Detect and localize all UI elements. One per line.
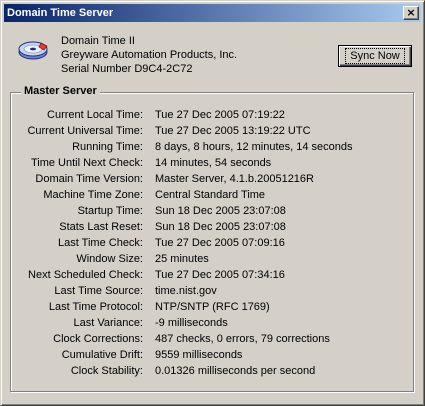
stat-row: Last Time Check: Tue 27 Dec 2005 07:09:16 <box>11 235 411 251</box>
stat-value: 8 days, 8 hours, 12 minutes, 14 seconds <box>155 141 353 153</box>
company-name: Greyware Automation Products, Inc. <box>61 49 238 61</box>
stat-label: Current Local Time: <box>47 109 143 121</box>
stat-value: Sun 18 Dec 2005 23:07:08 <box>155 205 286 217</box>
stat-label: Domain Time Version: <box>35 173 143 185</box>
stat-value: Sun 18 Dec 2005 23:07:08 <box>155 221 286 233</box>
stat-row: Cumulative Drift: 9559 milliseconds <box>11 347 411 363</box>
stat-row: Current Local Time: Tue 27 Dec 2005 07:19… <box>11 107 411 123</box>
stat-row: Stats Last Reset: Sun 18 Dec 2005 23:07:0… <box>11 219 411 235</box>
stat-value: Tue 27 Dec 2005 07:19:22 <box>155 109 285 121</box>
stat-label: Last Time Protocol: <box>48 301 143 313</box>
master-server-stats: Current Local Time: Tue 27 Dec 2005 07:19… <box>11 107 411 379</box>
stat-value: 0.01326 milliseconds per second <box>155 365 316 377</box>
stat-label: Running Time: <box>72 141 143 153</box>
stat-value: Tue 27 Dec 2005 13:19:22 UTC <box>155 125 311 137</box>
close-button[interactable]: × <box>403 6 419 20</box>
stat-label: Time Until Next Check: <box>30 157 143 169</box>
master-server-title: Master Server <box>21 85 100 97</box>
stat-value: Tue 27 Dec 2005 07:09:16 <box>155 237 285 249</box>
stat-label: Next Scheduled Check: <box>28 269 143 281</box>
stat-value: 25 minutes <box>155 253 209 265</box>
stat-label: Cumulative Drift: <box>61 349 143 361</box>
stat-label: Window Size: <box>76 253 143 265</box>
stat-value: NTP/SNTP (RFC 1769) <box>155 301 270 313</box>
stat-row: Window Size: 25 minutes <box>11 251 411 267</box>
serial-number: Serial Number D9C4-2C72 <box>61 63 193 75</box>
stat-row: Time Until Next Check: 14 minutes, 54 sec… <box>11 155 411 171</box>
stat-value: -9 milliseconds <box>155 317 228 329</box>
disk-icon <box>18 41 48 60</box>
stat-label: Clock Corrections: <box>53 333 143 345</box>
title-bar[interactable]: Domain Time Server × <box>4 4 421 22</box>
stat-label: Clock Stability: <box>70 365 143 377</box>
stat-row: Domain Time Version: Master Server, 4.1.b… <box>11 171 411 187</box>
sync-now-button[interactable]: Sync Now <box>338 45 412 67</box>
stat-row: Startup Time: Sun 18 Dec 2005 23:07:08 <box>11 203 411 219</box>
stat-row: Clock Corrections: 487 checks, 0 errors, … <box>11 331 411 347</box>
domain-time-server-window: Domain Time Server × Domain Time II Grey… <box>0 0 425 406</box>
stat-label: Startup Time: <box>77 205 143 217</box>
stat-row: Clock Stability: 0.01326 milliseconds per… <box>11 363 411 379</box>
stat-label: Last Time Check: <box>58 237 143 249</box>
stat-row: Running Time: 8 days, 8 hours, 12 minutes… <box>11 139 411 155</box>
stat-row: Current Universal Time: Tue 27 Dec 2005 1… <box>11 123 411 139</box>
stat-value: 14 minutes, 54 seconds <box>155 157 272 169</box>
stat-value: Tue 27 Dec 2005 07:34:16 <box>155 269 285 281</box>
product-info: Domain Time II Greyware Automation Produ… <box>61 34 237 76</box>
stat-value: 487 checks, 0 errors, 79 corrections <box>155 333 330 345</box>
stat-row: Last Time Protocol: NTP/SNTP (RFC 1769) <box>11 299 411 315</box>
stat-value: time.nist.gov <box>155 285 217 297</box>
stat-value: 9559 milliseconds <box>155 349 243 361</box>
stat-label: Machine Time Zone: <box>43 189 143 201</box>
stat-label: Last Variance: <box>73 317 143 329</box>
product-name: Domain Time II <box>61 35 135 47</box>
stat-value: Central Standard Time <box>155 189 266 201</box>
stat-row: Last Variance: -9 milliseconds <box>11 315 411 331</box>
stat-label: Last Time Source: <box>54 285 143 297</box>
sync-now-label: Sync Now <box>345 48 405 64</box>
stat-row: Last Time Source: time.nist.gov <box>11 283 411 299</box>
stat-row: Machine Time Zone: Central Standard Time <box>11 187 411 203</box>
stat-label: Current Universal Time: <box>27 125 143 137</box>
stat-label: Stats Last Reset: <box>59 221 143 233</box>
window-title: Domain Time Server <box>7 7 114 19</box>
stat-value: Master Server, 4.1.b.20051216R <box>155 173 314 185</box>
stat-row: Next Scheduled Check: Tue 27 Dec 2005 07:… <box>11 267 411 283</box>
